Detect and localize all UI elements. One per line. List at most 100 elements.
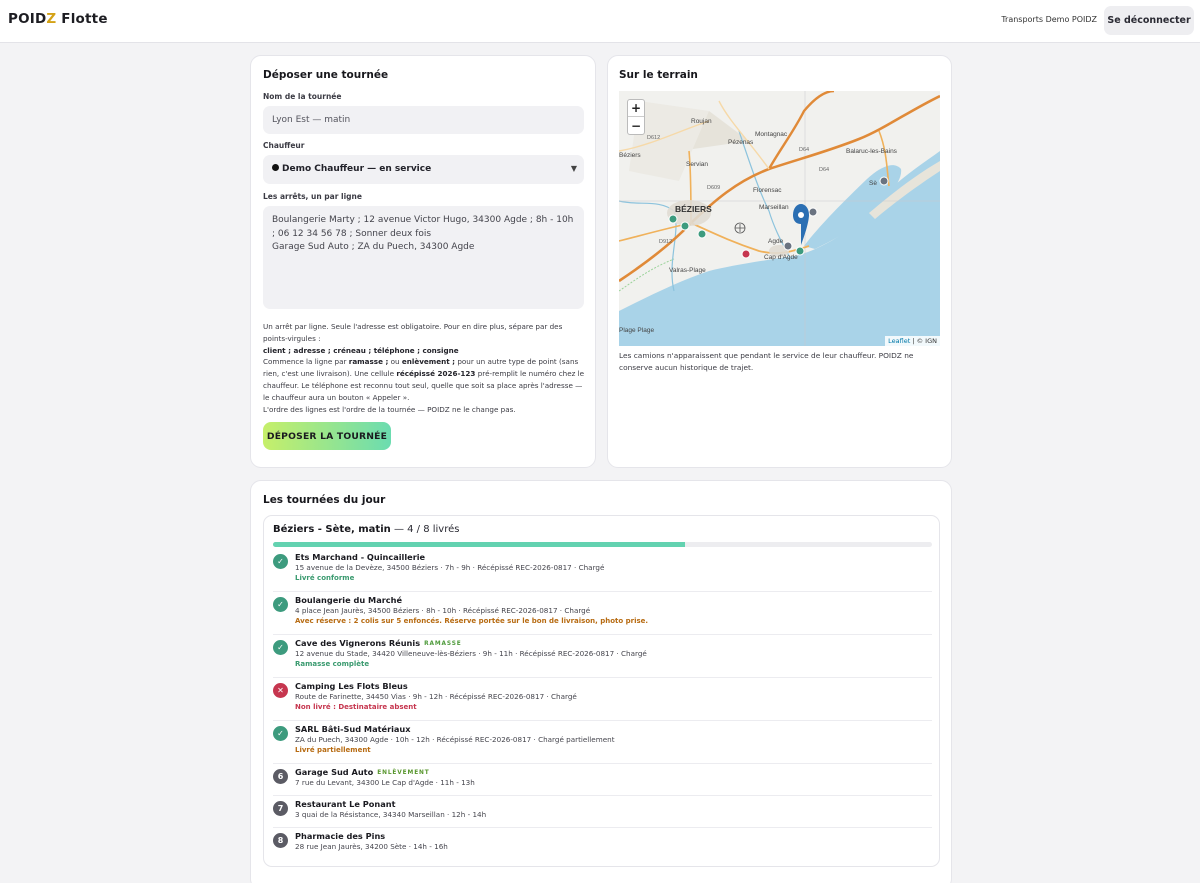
map-label-cap-dagde: Cap d'Agde xyxy=(764,254,798,261)
top-bar: POIDZ Flotte Transports Demo POIDZ Se dé… xyxy=(0,0,1200,43)
brand-logo[interactable]: POIDZ Flotte xyxy=(8,11,108,27)
driver-label: Chauffeur xyxy=(263,141,305,150)
map-tiles[interactable]: Roujan Montagnac Pézenas Béziers Servian… xyxy=(619,91,940,346)
stop-name: Camping Les Flots Bleus xyxy=(295,681,408,691)
stop-row[interactable]: ✓ SARL Bâti-Sud Matériaux ZA du Puech, 343… xyxy=(273,724,932,764)
help-fields: client ; adresse ; créneau ; téléphone ;… xyxy=(263,345,459,355)
map-stop-pending[interactable] xyxy=(808,207,818,217)
map-label-marseillan: Marseillan xyxy=(759,204,789,211)
map-label-road-2: D612 xyxy=(647,135,660,141)
leaflet-link[interactable]: Leaflet xyxy=(888,337,910,345)
map-label-plage: Plage Plage xyxy=(619,327,654,334)
tour-header: Béziers - Sète, matin — 4 / 8 livrés xyxy=(273,524,459,535)
stop-details: 12 avenue du Stade, 34420 Villeneuve-lès… xyxy=(295,649,647,658)
map-label-pezenas: Pézenas xyxy=(728,139,754,146)
stop-name: SARL Bâti-Sud Matériaux xyxy=(295,724,411,734)
map-stop-pending[interactable] xyxy=(879,176,889,186)
stop-row[interactable]: ✓ Cave des Vignerons Réunis RAMASSE 12 aven… xyxy=(273,638,932,678)
map-stop-pending[interactable] xyxy=(783,241,793,251)
todays-tours-title: Les tournées du jour xyxy=(263,494,386,506)
map-label-road-3: D912 xyxy=(659,239,672,245)
tour-progress-bar xyxy=(273,542,932,547)
chevron-down-icon: ▼ xyxy=(570,164,577,173)
stop-details: ZA du Puech, 34300 Agde · 10h - 12h · Ré… xyxy=(295,735,615,744)
map-attribution: Leaflet | © IGN xyxy=(885,336,940,346)
map-stop-failed[interactable] xyxy=(741,249,751,259)
map-label-balaruc: Balaruc-les-Bains xyxy=(846,148,898,155)
map-stop-delivered[interactable] xyxy=(697,229,707,239)
field-map-title: Sur le terrain xyxy=(619,69,698,81)
stop-number-badge: 8 xyxy=(273,833,288,848)
map-label-road-4: D64 xyxy=(799,147,809,153)
live-map[interactable]: Roujan Montagnac Pézenas Béziers Servian… xyxy=(619,91,940,346)
deposit-tour-card: Déposer une tournée Nom de la tournée Ly… xyxy=(250,55,596,468)
help-line-2: Commence la ligne par ramasse ; ou enlèv… xyxy=(263,357,585,402)
stop-result: Livré conforme xyxy=(295,574,355,582)
map-label-agde: Agde xyxy=(768,238,784,245)
map-label-roujan: Roujan xyxy=(691,118,712,125)
map-label-montagnac: Montagnac xyxy=(755,131,788,138)
map-stop-delivered[interactable] xyxy=(795,246,805,256)
map-label-road-1: D609 xyxy=(707,185,720,191)
stop-name: Cave des Vignerons Réunis RAMASSE xyxy=(295,638,462,648)
tour-name-label: Nom de la tournée xyxy=(263,92,342,101)
deposit-tour-title: Déposer une tournée xyxy=(263,69,389,81)
stop-row[interactable]: ✓ Ets Marchand - Quincaillerie 15 avenue d… xyxy=(273,552,932,592)
ign-attribution: | © IGN xyxy=(910,337,937,345)
stop-name: Boulangerie du Marché xyxy=(295,595,403,605)
stop-row[interactable]: ✓ Boulangerie du Marché 4 place Jean Jaurè… xyxy=(273,595,932,635)
stop-name: Ets Marchand - Quincaillerie xyxy=(295,552,426,562)
organization-name: Transports Demo POIDZ xyxy=(1001,15,1097,24)
check-icon: ✓ xyxy=(273,597,288,612)
stop-row[interactable]: 8 Pharmacie des Pins 28 rue Jean Jaurès, 3… xyxy=(273,831,932,859)
zoom-out-button[interactable]: − xyxy=(628,117,644,134)
stop-name: Pharmacie des Pins xyxy=(295,831,386,841)
stop-row[interactable]: 7 Restaurant Le Ponant 3 quai de la Résist… xyxy=(273,799,932,828)
map-label-valras: Valras-Plage xyxy=(669,267,706,274)
stop-result: Ramasse complète xyxy=(295,660,370,668)
help-line-1: Un arrêt par ligne. Seule l'adresse est … xyxy=(263,322,563,343)
stop-number-badge: 6 xyxy=(273,769,288,784)
zoom-in-button[interactable]: + xyxy=(628,100,644,117)
tour-progress-text: — 4 / 8 livrés xyxy=(390,524,460,535)
driver-select[interactable]: Demo Chauffeur — en service ▼ xyxy=(263,155,584,184)
stops-help-text: Un arrêt par ligne. Seule l'adresse est … xyxy=(263,321,588,415)
stop-row[interactable]: 6 Garage Sud Auto ENLÈVEMENT 7 rue du Levan… xyxy=(273,767,932,796)
stop-details: 28 rue Jean Jaurès, 34200 Sète · 14h - 1… xyxy=(295,842,448,851)
stop-result: Livré partiellement xyxy=(295,746,371,754)
driver-status-dot xyxy=(272,164,279,171)
check-icon: ✓ xyxy=(273,640,288,655)
map-label-sete: Sè xyxy=(869,180,877,187)
stop-type-tag: RAMASSE xyxy=(424,641,462,647)
stops-label: Les arrêts, un par ligne xyxy=(263,192,362,201)
map-label-servian: Servian xyxy=(686,161,708,168)
todays-tours-card: Les tournées du jour Béziers - Sète, mat… xyxy=(250,480,952,883)
stop-details: 4 place Jean Jaurès, 34500 Béziers · 8h … xyxy=(295,606,591,615)
driver-select-value: Demo Chauffeur — en service xyxy=(282,164,432,174)
stops-textarea[interactable]: Boulangerie Marty ; 12 avenue Victor Hug… xyxy=(263,206,584,309)
map-label-road-5: D64 xyxy=(819,167,829,173)
map-label-florensac: Florensac xyxy=(753,187,782,194)
stop-details: 15 avenue de la Devèze, 34500 Béziers · … xyxy=(295,563,605,572)
help-line-3: L'ordre des lignes est l'ordre de la tou… xyxy=(263,404,516,414)
check-icon: ✓ xyxy=(273,726,288,741)
stop-details: 3 quai de la Résistance, 34340 Marseilla… xyxy=(295,810,487,819)
tour-name-input[interactable]: Lyon Est — matin xyxy=(263,106,584,134)
tour-progress-fill xyxy=(273,542,685,547)
stop-type-tag: ENLÈVEMENT xyxy=(377,770,430,776)
map-privacy-note: Les camions n'apparaissent que pendant l… xyxy=(619,351,914,372)
map-label-beziers-small: Béziers xyxy=(619,152,641,159)
map-label-beziers: BÉZIERS xyxy=(675,204,712,214)
map-stop-delivered[interactable] xyxy=(668,214,678,224)
logout-button[interactable]: Se déconnecter xyxy=(1104,6,1194,35)
tour-block[interactable]: Béziers - Sète, matin — 4 / 8 livrés ✓ Et… xyxy=(263,515,940,867)
zoom-control: + − xyxy=(627,99,645,135)
stop-details: Route de Farinette, 34450 Vias · 9h - 12… xyxy=(295,692,577,701)
stop-result: Non livré : Destinataire absent xyxy=(295,703,417,711)
submit-tour-button[interactable]: DÉPOSER LA TOURNÉE xyxy=(263,422,391,450)
field-map-card: Sur le terrain Roujan Montagnac Pézenas … xyxy=(607,55,952,468)
stop-result: Avec réserve : 2 colis sur 5 enfoncés. R… xyxy=(295,617,649,625)
stop-row[interactable]: ✕ Camping Les Flots Bleus Route de Farinet… xyxy=(273,681,932,721)
map-stop-delivered[interactable] xyxy=(680,221,690,231)
cross-icon: ✕ xyxy=(273,683,288,698)
